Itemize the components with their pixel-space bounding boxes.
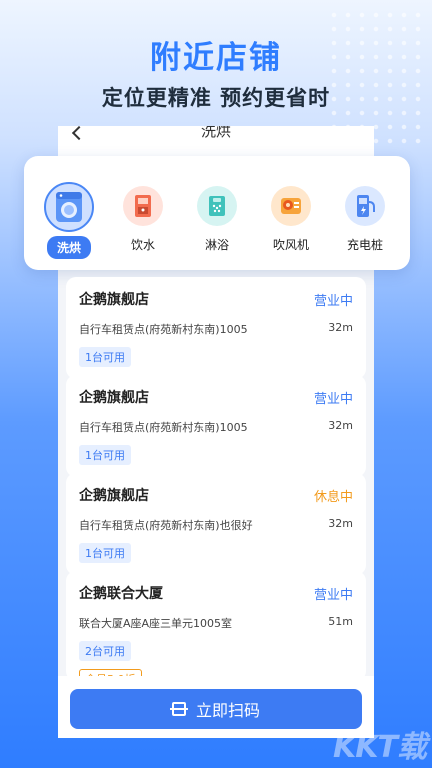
store-name: 企鹅联合大厦 — [79, 586, 163, 602]
category-label-washer: 洗烘 — [46, 236, 91, 259]
store-distance: 32m — [328, 419, 353, 432]
category-shower[interactable]: 淋浴 — [186, 156, 248, 253]
washer-icon — [44, 182, 94, 232]
available-badge: 2台可用 — [79, 641, 131, 661]
store-status: 营业中 — [313, 293, 353, 309]
store-status: 营业中 — [313, 391, 353, 407]
available-badge: 1台可用 — [79, 543, 131, 563]
store-address: 自行车租赁点(府苑新村东南)1005 — [79, 421, 248, 434]
store-address: 自行车租赁点(府苑新村东南)1005 — [79, 323, 248, 336]
category-label-charging: 充电桩 — [346, 238, 383, 252]
store-card[interactable]: 企鹅旗舰店 休息中 自行车租赁点(府苑新村东南)也很好 32m 1台可用 — [66, 473, 366, 575]
phone-title: 洗烘 — [200, 126, 231, 140]
store-status: 营业中 — [313, 587, 353, 603]
hero-title: 附近店铺 — [150, 40, 282, 76]
scan-button[interactable]: 立即扫码 — [70, 689, 362, 729]
category-label-hair-dryer: 吹风机 — [272, 238, 309, 252]
scan-button-label: 立即扫码 — [195, 701, 260, 720]
water-dispenser-icon — [123, 186, 163, 226]
store-name: 企鹅旗舰店 — [79, 390, 149, 406]
category-charging[interactable]: 充电桩 — [334, 156, 396, 253]
store-card[interactable]: 企鹅旗舰店 营业中 自行车租赁点(府苑新村东南)1005 32m 1台可用 — [66, 375, 366, 477]
store-address: 联合大厦A座A座三单元1005室 — [79, 617, 233, 630]
hero-subtitle: 定位更精准 预约更省时 — [101, 86, 331, 110]
watermark-logo: KKT载 — [333, 730, 427, 765]
charging-pile-icon — [345, 186, 385, 226]
store-distance: 32m — [328, 517, 353, 530]
category-hair-dryer[interactable]: 吹风机 — [260, 156, 322, 253]
available-badge: 1台可用 — [79, 445, 131, 465]
shower-icon — [197, 186, 237, 226]
category-card: 洗烘 饮水 淋浴 吹风机 充电桩 — [24, 156, 410, 270]
category-washer[interactable]: 洗烘 — [38, 156, 100, 259]
store-card[interactable]: 企鹅联合大厦 营业中 联合大厦A座A座三单元1005室 51m 2台可用 会员5… — [66, 571, 366, 689]
scan-icon — [169, 702, 188, 716]
category-label-shower: 淋浴 — [204, 238, 229, 252]
store-distance: 32m — [328, 321, 353, 334]
available-badge: 1台可用 — [79, 347, 131, 367]
hair-dryer-icon — [271, 186, 311, 226]
store-address: 自行车租赁点(府苑新村东南)也很好 — [79, 519, 253, 532]
hero-banner: 附近店铺 定位更精准 预约更省时 — [0, 0, 432, 120]
store-name: 企鹅旗舰店 — [79, 292, 149, 308]
category-label-water: 饮水 — [130, 238, 155, 252]
store-card[interactable]: 企鹅旗舰店 营业中 自行车租赁点(府苑新村东南)1005 32m 1台可用 — [66, 277, 366, 379]
store-name: 企鹅旗舰店 — [79, 488, 149, 504]
category-water[interactable]: 饮水 — [112, 156, 174, 253]
store-status: 休息中 — [313, 489, 353, 505]
store-distance: 51m — [328, 615, 353, 628]
